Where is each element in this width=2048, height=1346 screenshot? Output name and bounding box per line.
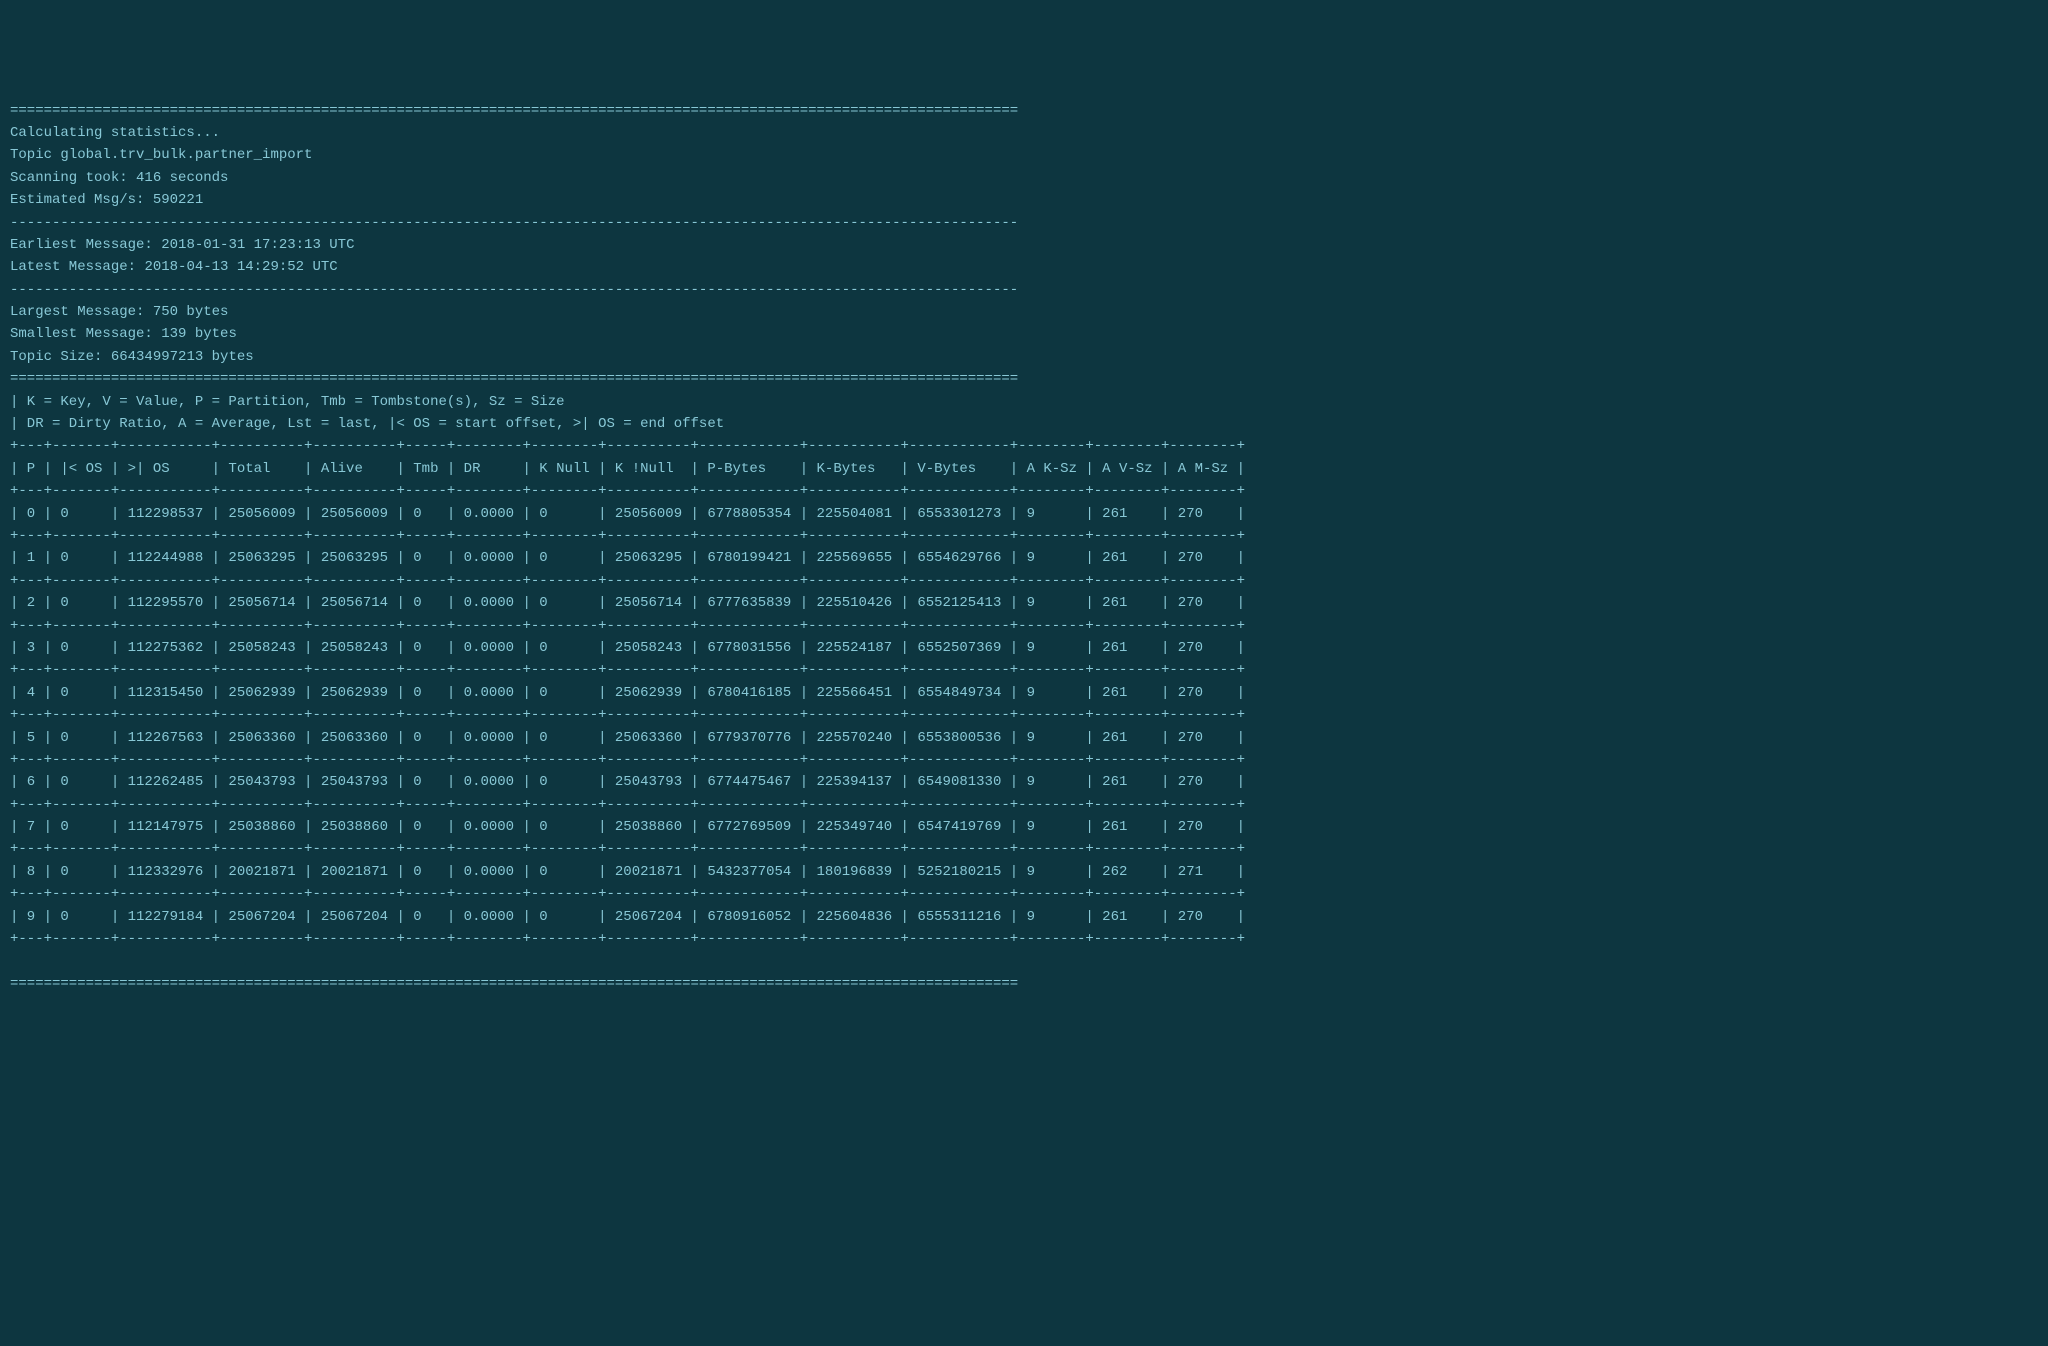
largest-value: 750 bytes — [153, 304, 229, 320]
table-header-row: | P | |< OS | >| OS | Total | Alive | Tm… — [10, 461, 1245, 477]
topic-label: Topic — [10, 147, 52, 163]
scanning-value: 416 seconds — [136, 170, 228, 186]
table-body: | 0 | 0 | 112298537 | 25056009 | 2505600… — [10, 506, 1245, 947]
msgps-label: Estimated Msg/s: — [10, 192, 144, 208]
table-separator: +---+-------+-----------+----------+----… — [10, 483, 1245, 499]
earliest-label: Earliest Message: — [10, 237, 153, 253]
terminal-output: ========================================… — [10, 100, 2038, 996]
divider-single: ----------------------------------------… — [10, 215, 1018, 231]
table-separator: +---+-------+-----------+----------+----… — [10, 438, 1245, 454]
legend-line1: | K = Key, V = Value, P = Partition, Tmb… — [10, 394, 565, 410]
legend-line2: | DR = Dirty Ratio, A = Average, Lst = l… — [10, 416, 724, 432]
latest-label: Latest Message: — [10, 259, 136, 275]
scanning-label: Scanning took: — [10, 170, 128, 186]
smallest-label: Smallest Message: — [10, 326, 153, 342]
earliest-value: 2018-01-31 17:23:13 UTC — [161, 237, 354, 253]
divider-single: ----------------------------------------… — [10, 282, 1018, 298]
largest-label: Largest Message: — [10, 304, 144, 320]
divider-double: ========================================… — [10, 371, 1018, 387]
latest-value: 2018-04-13 14:29:52 UTC — [144, 259, 337, 275]
msgps-value: 590221 — [153, 192, 203, 208]
divider-double: ========================================… — [10, 103, 1018, 119]
smallest-value: 139 bytes — [161, 326, 237, 342]
topic-size-value: 66434997213 bytes — [111, 349, 254, 365]
topic-size-label: Topic Size: — [10, 349, 102, 365]
topic-name: global.trv_bulk.partner_import — [60, 147, 312, 163]
calculating-line: Calculating statistics... — [10, 125, 220, 141]
divider-double: ========================================… — [10, 976, 1018, 992]
